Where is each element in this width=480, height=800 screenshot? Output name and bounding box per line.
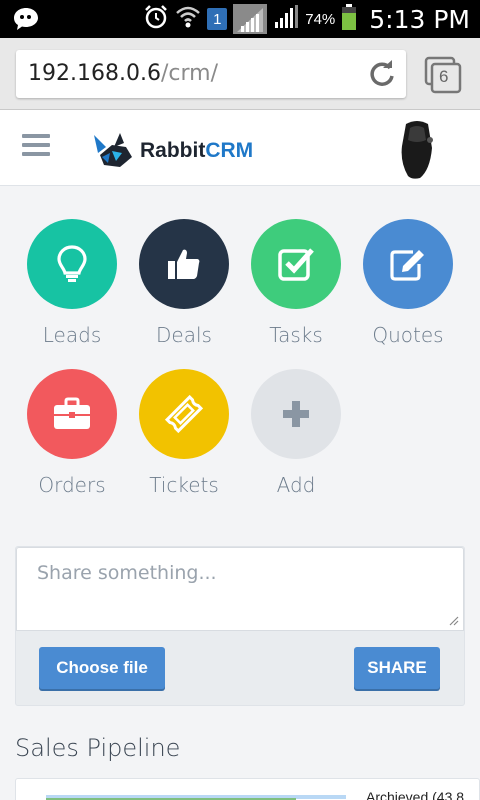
user-avatar[interactable] [396,118,438,182]
browser-toolbar: 192.168.0.6/crm/ 6 [0,38,480,110]
clock: 5:13 PM [369,4,470,34]
app-header: RabbitCRM [0,110,480,186]
choose-file-button[interactable]: Choose file [39,647,165,689]
module-label: Tickets [149,473,219,497]
module-tickets[interactable]: Tickets [129,369,239,509]
logo-text-crm: CRM [205,139,254,162]
leads-circle[interactable] [27,219,117,309]
module-add[interactable]: Add [241,369,351,509]
url-path: /crm/ [160,61,218,86]
share-input[interactable]: Share something... [16,547,464,631]
briefcase-icon [54,397,90,429]
checkbox-icon [278,248,314,281]
battery-percent: 74% [305,10,336,28]
share-placeholder: Share something... [37,562,217,584]
cell-signal-icon [273,4,299,35]
module-label: Add [276,473,316,497]
lightbulb-icon [57,245,87,282]
deals-circle[interactable] [139,219,229,309]
url-host: 192.168.0.6 [28,61,161,86]
rabbit-logo-icon [94,133,132,167]
section-title-sales-pipeline: Sales Pipeline [15,734,181,762]
reload-icon[interactable] [368,60,396,88]
tickets-circle[interactable] [139,369,229,459]
sales-pipeline-card: Archieved (43.8 [15,778,480,800]
edit-icon [390,250,424,281]
logo-text-rabbit: Rabbit [140,139,206,162]
app-logo[interactable]: RabbitCRM [90,130,253,172]
plus-icon [283,401,309,427]
orders-circle[interactable] [27,369,117,459]
address-bar[interactable]: 192.168.0.6/crm/ [16,50,406,98]
add-circle[interactable] [251,369,341,459]
pipeline-stage-label: Archieved (43.8 [366,789,465,800]
module-leads[interactable]: Leads [17,219,127,359]
tabs-icon[interactable]: 6 [424,56,462,94]
tasks-circle[interactable] [251,219,341,309]
share-button[interactable]: SHARE [354,647,440,689]
module-quotes[interactable]: Quotes [353,219,463,359]
battery-icon [341,3,357,36]
module-label: Tasks [269,323,323,347]
signal-strength-icon [233,4,268,34]
module-deals[interactable]: Deals [129,219,239,359]
module-label: Quotes [372,323,444,347]
module-label: Orders [38,473,106,497]
quotes-circle[interactable] [363,219,453,309]
ticket-icon [164,394,204,434]
module-label: Deals [156,323,212,347]
thumbs-up-icon [168,249,200,279]
wifi-icon [175,5,201,34]
module-tasks[interactable]: Tasks [241,219,351,359]
chat-notification-icon [12,5,40,38]
share-card: Share something... Choose file SHARE [15,546,465,706]
status-bar: 1 74% 5:13 PM [0,0,480,38]
alarm-icon [143,4,169,35]
url-text[interactable]: 192.168.0.6/crm/ [28,61,218,86]
resize-handle-icon[interactable] [449,616,459,626]
module-orders[interactable]: Orders [17,369,127,509]
module-label: Leads [42,323,102,347]
tab-count: 6 [439,67,449,86]
sim-badge: 1 [207,8,228,30]
menu-icon[interactable] [22,134,52,160]
